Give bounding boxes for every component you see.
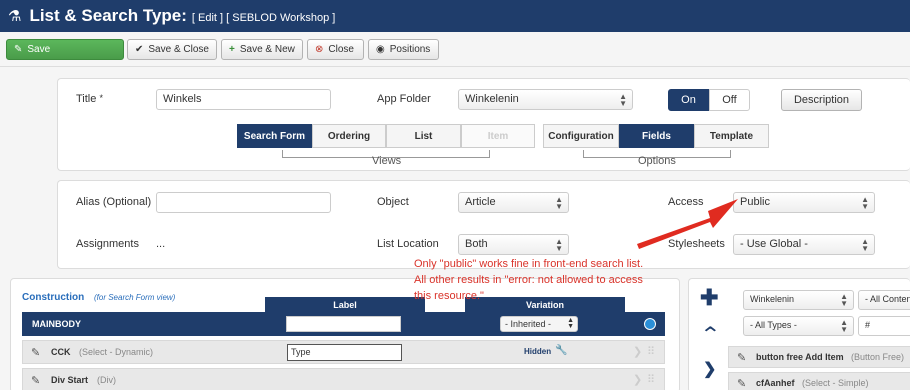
annotation-arrow bbox=[637, 199, 738, 249]
annotation-note: Only "public" works fine in front-end se… bbox=[414, 258, 644, 302]
red-arrow-shape bbox=[637, 199, 738, 249]
